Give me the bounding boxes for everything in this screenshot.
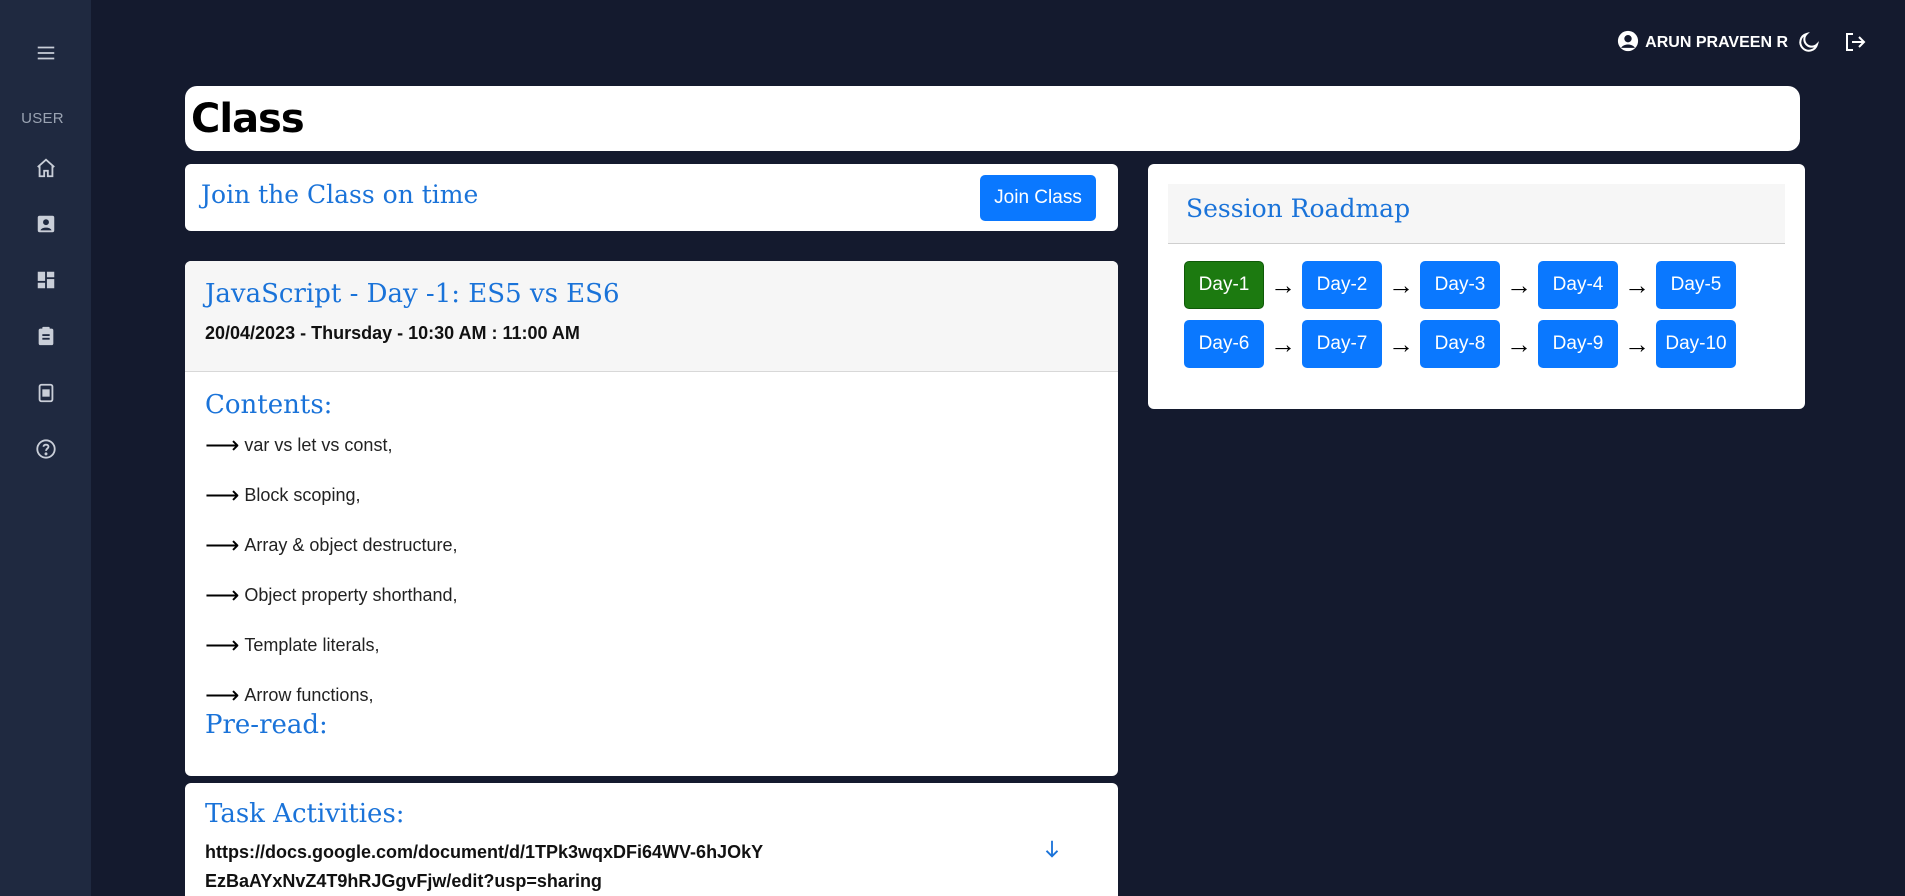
arrow-right-icon: → <box>1506 269 1532 300</box>
session-title: JavaScript - Day -1: ES5 vs ES6 <box>205 279 620 309</box>
session-datetime: 20/04/2023 - Thursday - 10:30 AM : 11:00… <box>205 323 580 343</box>
moon-icon[interactable] <box>1797 30 1823 56</box>
day-button[interactable]: Day-1 <box>1184 261 1264 309</box>
day-button[interactable]: Day-3 <box>1420 261 1500 309</box>
arrow-right-icon: ⟶ <box>205 431 240 459</box>
arrow-right-icon: → <box>1624 328 1650 359</box>
join-class-button[interactable]: Join Class <box>980 175 1096 221</box>
day-button[interactable]: Day-4 <box>1538 261 1618 309</box>
task-activities-heading: Task Activities: <box>205 799 405 829</box>
home-icon[interactable] <box>0 148 91 188</box>
arrow-down-icon[interactable] <box>1041 838 1063 862</box>
session-roadmap-card: Session Roadmap Day-1 → Day-2 → Day-3 → Day-4 →… <box>1148 164 1805 409</box>
roadmap-row: Day-1 → Day-2 → Day-3 → Day-4 → Day-5 <box>1184 261 1736 309</box>
arrow-right-icon: → <box>1506 328 1532 359</box>
roadmap-row: Day-6 → Day-7 → Day-8 → Day-9 → Day-10 <box>1184 320 1736 368</box>
user-menu[interactable]: ARUN PRAVEEN R <box>1617 30 1788 56</box>
arrow-right-icon: → <box>1388 269 1414 300</box>
content-item: ⟶ Object property shorthand, <box>205 570 1098 620</box>
day-button[interactable]: Day-10 <box>1656 320 1736 368</box>
content-item: ⟶ Block scoping, <box>205 470 1098 520</box>
page-title: Class <box>191 95 305 142</box>
logout-icon[interactable] <box>1843 30 1869 56</box>
arrow-right-icon: ⟶ <box>205 481 240 509</box>
day-button[interactable]: Day-9 <box>1538 320 1618 368</box>
dashboard-icon[interactable] <box>0 260 91 300</box>
sidebar-section-label: USER <box>21 110 64 127</box>
day-button[interactable]: Day-6 <box>1184 320 1264 368</box>
user-name: ARUN PRAVEEN R <box>1645 34 1788 51</box>
arrow-right-icon: → <box>1270 328 1296 359</box>
content-item: ⟶ Array & object destructure, <box>205 520 1098 570</box>
arrow-right-icon: ⟶ <box>205 531 240 559</box>
content-item: ⟶ var vs let vs const, <box>205 420 1098 470</box>
profile-icon[interactable] <box>0 204 91 244</box>
session-body: Contents: ⟶ var vs let vs const, ⟶ Block sc… <box>185 372 1118 758</box>
user-circle-icon <box>1617 30 1639 57</box>
content-item-text: var vs let vs const, <box>244 434 393 455</box>
sidebar: USER <box>0 0 91 896</box>
task-link[interactable]: https://docs.google.com/document/d/1TPk3… <box>205 838 765 896</box>
arrow-right-icon: ⟶ <box>205 581 240 609</box>
session-header: JavaScript - Day -1: ES5 vs ES6 20/04/20… <box>185 261 1118 372</box>
help-icon[interactable] <box>0 429 91 469</box>
contents-heading: Contents: <box>205 390 333 420</box>
day-button[interactable]: Day-8 <box>1420 320 1500 368</box>
arrow-right-icon: → <box>1624 269 1650 300</box>
content-item-text: Template literals, <box>244 634 380 655</box>
arrow-right-icon: ⟶ <box>205 681 240 709</box>
arrow-right-icon: → <box>1270 269 1296 300</box>
arrow-right-icon: → <box>1388 328 1414 359</box>
preread-heading: Pre-read: <box>205 710 328 740</box>
content-item-text: Object property shorthand, <box>244 584 458 605</box>
clipboard-icon[interactable] <box>0 316 91 356</box>
page-title-card: Class <box>185 86 1800 151</box>
day-button[interactable]: Day-7 <box>1302 320 1382 368</box>
content-item-text: Array & object destructure, <box>244 534 458 555</box>
roadmap-header: Session Roadmap <box>1168 184 1785 244</box>
roadmap-heading: Session Roadmap <box>1186 194 1411 223</box>
day-button[interactable]: Day-2 <box>1302 261 1382 309</box>
day-button[interactable]: Day-5 <box>1656 261 1736 309</box>
join-class-card: Join the Class on time Join Class <box>185 164 1118 231</box>
arrow-right-icon: ⟶ <box>205 631 240 659</box>
task-activities-card: Task Activities: https://docs.google.com… <box>185 783 1118 896</box>
menu-icon[interactable] <box>0 33 91 73</box>
content-item-text: Block scoping, <box>244 484 361 505</box>
calendar-icon[interactable] <box>0 373 91 413</box>
session-details-card: JavaScript - Day -1: ES5 vs ES6 20/04/20… <box>185 261 1118 776</box>
join-class-text: Join the Class on time <box>201 180 479 209</box>
content-item-text: Arrow functions, <box>244 684 374 705</box>
contents-list: ⟶ var vs let vs const, ⟶ Block scoping, ⟶ Arr… <box>205 420 1098 720</box>
content-item: ⟶ Template literals, <box>205 620 1098 670</box>
